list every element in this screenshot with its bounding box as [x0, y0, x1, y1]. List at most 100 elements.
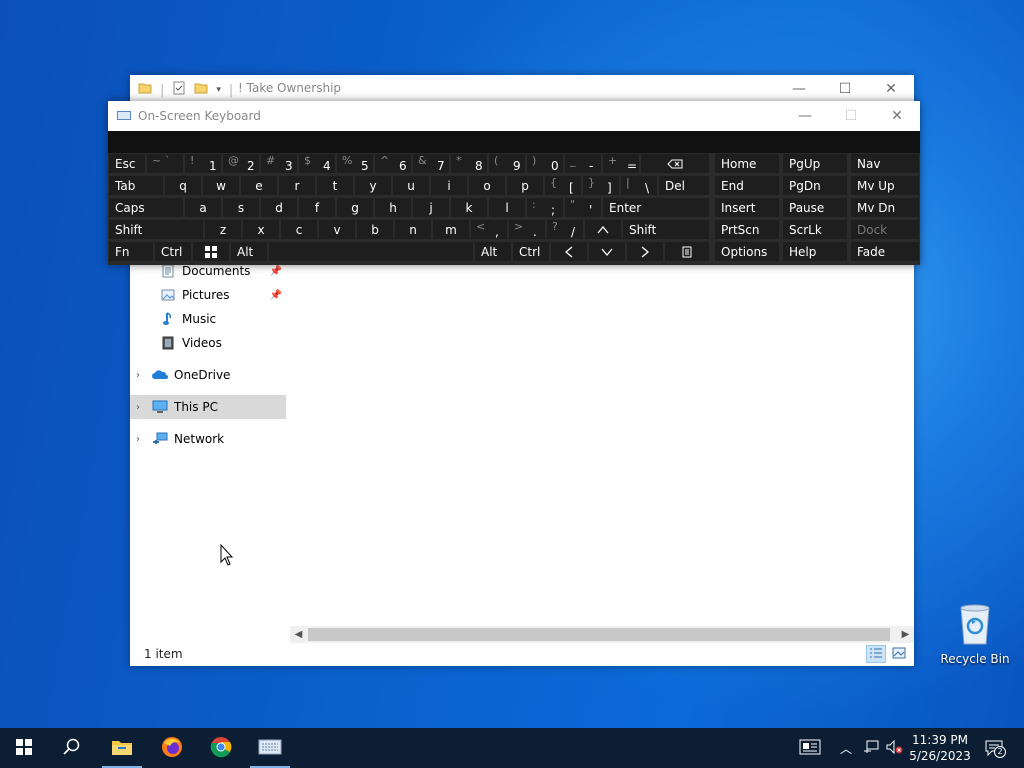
- key-2[interactable]: @2: [222, 153, 260, 174]
- key-windows-logo[interactable]: [192, 241, 230, 262]
- taskbar-chrome[interactable]: [197, 728, 245, 768]
- key-ctrl[interactable]: Ctrl: [154, 241, 192, 262]
- key-'[interactable]: " ': [564, 197, 602, 218]
- key-esc[interactable]: Esc: [108, 153, 146, 174]
- taskbar-clock[interactable]: 11:39 PM 5/26/2023: [908, 732, 972, 764]
- key-f[interactable]: f: [298, 197, 336, 218]
- key-backspace[interactable]: [640, 153, 710, 174]
- minimize-button[interactable]: —: [776, 75, 822, 103]
- key-8[interactable]: * 8: [450, 153, 488, 174]
- key-m[interactable]: m: [432, 219, 470, 240]
- osk-minimize-button[interactable]: —: [782, 101, 828, 131]
- news-widget-button[interactable]: [796, 728, 824, 768]
- key-nav[interactable]: Nav: [850, 153, 920, 174]
- key-v[interactable]: v: [318, 219, 356, 240]
- key-x[interactable]: x: [242, 219, 280, 240]
- key-;[interactable]: :;: [526, 197, 564, 218]
- key-fn[interactable]: Fn: [108, 241, 154, 262]
- key-7[interactable]: & 7: [412, 153, 450, 174]
- key-pause[interactable]: Pause: [782, 197, 848, 218]
- key-3[interactable]: #3: [260, 153, 298, 174]
- key-pgdn[interactable]: PgDn: [782, 175, 848, 196]
- key-d[interactable]: d: [260, 197, 298, 218]
- key-home[interactable]: Home: [714, 153, 780, 174]
- key-menu-key[interactable]: [664, 241, 710, 262]
- key-1[interactable]: ! 1: [184, 153, 222, 174]
- recycle-bin[interactable]: Recycle Bin: [938, 600, 1012, 666]
- key-scrlk[interactable]: ScrLk: [782, 219, 848, 240]
- taskbar-file-explorer[interactable]: [98, 728, 146, 768]
- key-left-arrow[interactable]: [550, 241, 588, 262]
- show-hidden-icons-button[interactable]: ︿: [836, 728, 856, 768]
- nav-item-videos[interactable]: Videos: [130, 331, 286, 355]
- nav-item-onedrive[interactable]: › OneDrive: [130, 363, 286, 387]
- key-t[interactable]: t: [316, 175, 354, 196]
- key-6[interactable]: ^ 6: [374, 153, 412, 174]
- network-tray-button[interactable]: [860, 728, 882, 768]
- taskbar-on-screen-keyboard[interactable]: [246, 728, 294, 768]
- pin-icon[interactable]: 📌: [270, 290, 282, 301]
- properties-icon[interactable]: [172, 81, 186, 99]
- key-pgup[interactable]: PgUp: [782, 153, 848, 174]
- key-g[interactable]: g: [336, 197, 374, 218]
- key-z[interactable]: z: [204, 219, 242, 240]
- key-,[interactable]: <,: [470, 219, 508, 240]
- key-s[interactable]: s: [222, 197, 260, 218]
- scroll-right-icon[interactable]: ▶: [897, 626, 914, 643]
- large-icons-view-button[interactable]: [889, 645, 909, 663]
- key-r[interactable]: r: [278, 175, 316, 196]
- key-y[interactable]: y: [354, 175, 392, 196]
- key-n[interactable]: n: [394, 219, 432, 240]
- key-k[interactable]: k: [450, 197, 488, 218]
- key-c[interactable]: c: [280, 219, 318, 240]
- key-u[interactable]: u: [392, 175, 430, 196]
- key-q[interactable]: q: [164, 175, 202, 196]
- key-4[interactable]: $4: [298, 153, 336, 174]
- nav-item-network[interactable]: › Network: [130, 427, 286, 451]
- key-alt[interactable]: Alt: [474, 241, 512, 262]
- key-=[interactable]: + =: [602, 153, 640, 174]
- nav-item-this-pc[interactable]: › This PC: [130, 395, 286, 419]
- search-button[interactable]: [48, 728, 96, 768]
- dropdown-icon[interactable]: ▾: [216, 85, 221, 95]
- key-shift[interactable]: Shift: [108, 219, 204, 240]
- taskbar-firefox[interactable]: [148, 728, 196, 768]
- key-mv-dn[interactable]: Mv Dn: [850, 197, 920, 218]
- scroll-left-icon[interactable]: ◀: [290, 626, 307, 643]
- key-tab[interactable]: Tab: [108, 175, 164, 196]
- key-options[interactable]: Options: [714, 241, 780, 262]
- key-del[interactable]: Del: [658, 175, 710, 196]
- osk-close-button[interactable]: ✕: [874, 101, 920, 131]
- key-5[interactable]: % 5: [336, 153, 374, 174]
- key-[[interactable]: {[: [544, 175, 582, 196]
- key--[interactable]: _ -: [564, 153, 602, 174]
- maximize-button[interactable]: ☐: [822, 75, 868, 103]
- expand-chevron-icon[interactable]: ›: [136, 370, 140, 381]
- new-folder-icon[interactable]: [194, 81, 208, 99]
- key-\[interactable]: | \: [620, 175, 658, 196]
- expand-chevron-icon[interactable]: ›: [136, 402, 140, 413]
- key-.[interactable]: >.: [508, 219, 546, 240]
- key-h[interactable]: h: [374, 197, 412, 218]
- expand-chevron-icon[interactable]: ›: [136, 434, 140, 445]
- key-mv-up[interactable]: Mv Up: [850, 175, 920, 196]
- key-up-arrow[interactable]: [584, 219, 622, 240]
- key-caps[interactable]: Caps: [108, 197, 184, 218]
- key-e[interactable]: e: [240, 175, 278, 196]
- key-prtscn[interactable]: PrtScn: [714, 219, 780, 240]
- action-center-button[interactable]: 2: [980, 728, 1008, 768]
- nav-item-music[interactable]: Music: [130, 307, 286, 331]
- key-shift[interactable]: Shift: [622, 219, 710, 240]
- key-end[interactable]: End: [714, 175, 780, 196]
- key-p[interactable]: p: [506, 175, 544, 196]
- key-j[interactable]: j: [412, 197, 450, 218]
- horizontal-scrollbar[interactable]: ◀ ▶: [290, 626, 914, 643]
- key-a[interactable]: a: [184, 197, 222, 218]
- nav-item-pictures[interactable]: Pictures 📌: [130, 283, 286, 307]
- key-alt[interactable]: Alt: [230, 241, 268, 262]
- osk-titlebar[interactable]: On-Screen Keyboard — ☐ ✕: [108, 101, 920, 131]
- explorer-titlebar[interactable]: | ▾ | ! Take Ownership — ☐ ✕: [130, 75, 914, 103]
- pin-icon[interactable]: 📌: [270, 266, 282, 277]
- key-right-arrow[interactable]: [626, 241, 664, 262]
- key-insert[interactable]: Insert: [714, 197, 780, 218]
